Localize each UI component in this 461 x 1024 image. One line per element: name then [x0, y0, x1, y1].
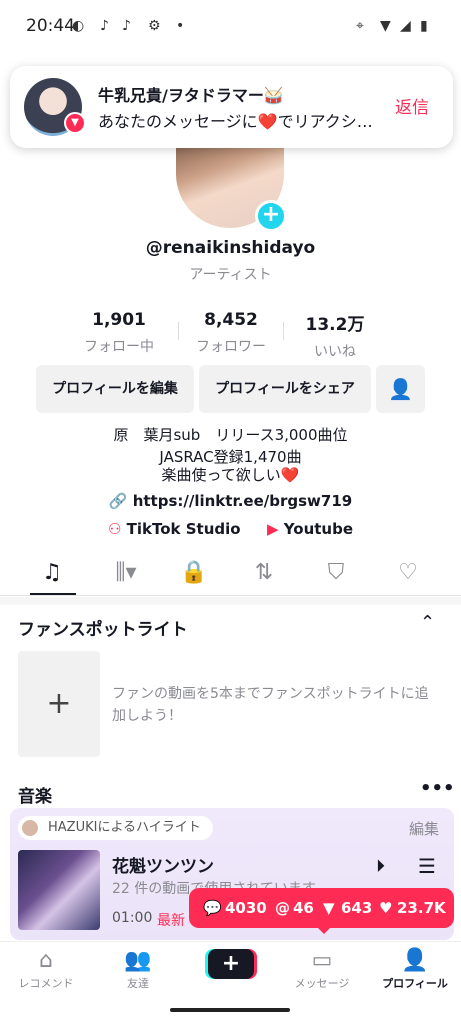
bubble-tail — [316, 926, 332, 934]
add-friend-icon[interactable]: 👤 — [376, 365, 425, 413]
play-icon[interactable]: ⏵ — [376, 856, 385, 877]
nav-label: レコメンド — [18, 977, 74, 990]
profile-icon: 👤 — [401, 948, 429, 973]
stat-value: 13.2万 — [305, 315, 365, 335]
nav-messages[interactable]: ▭ メッセージ — [276, 948, 368, 991]
nav-profile[interactable]: 👤 プロフィール — [369, 948, 461, 991]
share-count: 643 — [341, 899, 373, 917]
fan-spotlight-title: ファンスポットライト — [18, 620, 188, 640]
bottom-navigation: ⌂ レコメンド 👥 友達 + ▭ メッセージ 👤 プロフィール — [0, 941, 461, 1024]
gear-icon: ⚙ — [148, 18, 161, 34]
music-section-title: 音楽 — [18, 787, 52, 807]
content-tabs: ♫ ⫼▾ 🔒 ⇅ ⛉ ♡ — [0, 552, 461, 596]
location-icon: ⌖ — [356, 18, 364, 34]
home-icon: ⌂ — [39, 948, 53, 973]
link-text: https://linktr.ee/brgsw719 — [132, 492, 353, 510]
username: @renaikinshidayo — [145, 238, 316, 258]
song-artwork[interactable] — [18, 850, 100, 930]
external-links: ⚇ TikTok Studio ▶ Youtube — [0, 520, 461, 538]
role-label: アーティスト — [189, 267, 272, 283]
nav-friends[interactable]: 👥 友達 — [92, 948, 184, 991]
profile-link[interactable]: 🔗 https://linktr.ee/brgsw719 — [0, 492, 461, 510]
nav-label: プロフィール — [382, 977, 448, 990]
nav-label: メッセージ — [294, 977, 350, 990]
chevron-up-icon[interactable]: ⌃ — [420, 612, 435, 633]
stat-label: フォロワー — [196, 339, 266, 355]
bio-line: 楽曲使って欲しい❤️ — [161, 466, 300, 484]
link-icon: 🔗 — [108, 492, 133, 510]
wifi-icon: ▼ — [380, 18, 391, 34]
tab-private[interactable]: 🔒 — [164, 560, 224, 585]
studio-link[interactable]: ⚇ TikTok Studio — [108, 520, 241, 538]
sort-icon: ⫼▾ — [115, 560, 137, 585]
section-separator — [0, 597, 461, 605]
song-duration: 01:00 — [112, 910, 153, 926]
bio-line: 原 葉月sub リリース3,000曲位 — [113, 426, 348, 444]
line-icon: ◐ — [72, 18, 85, 34]
create-button[interactable]: + — [208, 949, 254, 979]
tab-music[interactable]: ♫ — [22, 560, 82, 585]
add-spotlight-button[interactable]: + — [18, 651, 100, 757]
stat-label: フォロー中 — [84, 339, 154, 355]
youtube-link[interactable]: ▶ Youtube — [267, 520, 353, 538]
stat-likes[interactable]: 13.2万 いいね — [280, 310, 390, 361]
tiktok-icon: ♪ — [100, 18, 109, 34]
add-story-plus-icon[interactable]: + — [255, 200, 287, 232]
comment-count: 4030 — [225, 899, 267, 917]
mention-count: 46 — [293, 899, 314, 917]
stat-followers[interactable]: 8,452 フォロワー — [176, 310, 286, 356]
studio-icon: ⚇ — [107, 520, 127, 538]
nav-home[interactable]: ⌂ レコメンド — [0, 948, 92, 991]
reaction-summary-bubble[interactable]: 💬 4030 @ 46 ▼ 643 ♥ 23.7K — [189, 888, 454, 928]
music-icon: ♫ — [42, 560, 62, 585]
bookmark-icon: ⛉ — [327, 560, 345, 585]
mention-icon: @ — [275, 899, 290, 917]
stat-value: 8,452 — [204, 310, 258, 330]
inbox-icon: ▭ — [311, 948, 333, 973]
share-profile-button[interactable]: プロフィールをシェア — [199, 365, 371, 413]
tab-reposts[interactable]: ⇅ — [234, 560, 294, 585]
list-icon[interactable]: ☰ — [418, 854, 436, 878]
lock-icon: 🔒 — [180, 560, 208, 585]
newest-label: 最新 — [157, 913, 185, 929]
battery-icon: ▮ — [420, 18, 428, 34]
home-indicator — [170, 1008, 290, 1012]
like-count: 23.7K — [397, 899, 446, 917]
youtube-icon: ▶ — [267, 520, 284, 538]
edit-button[interactable]: 編集 — [409, 818, 439, 839]
stat-value: 1,901 — [92, 310, 146, 330]
signal-icon: ◢ — [400, 18, 411, 34]
heart-icon: ♥ — [379, 899, 393, 917]
notification-sender: 牛乳兄貴/ヲタドラマー🥁 — [98, 86, 284, 105]
dot-icon: • — [176, 18, 185, 34]
tab-sort[interactable]: ⫼▾ — [96, 560, 156, 585]
reply-button[interactable]: 返信 — [395, 93, 429, 118]
message-notification[interactable]: ▼ 牛乳兄貴/ヲタドラマー🥁 あなたのメッセージに❤️でリアクシ… 返信 — [10, 66, 453, 148]
youtube-label: Youtube — [283, 520, 354, 538]
tiktok-icon: ♪ — [122, 18, 131, 34]
highlight-avatar — [22, 820, 38, 836]
tab-liked[interactable]: ♡ — [378, 560, 438, 585]
more-options-icon[interactable]: ••• — [420, 778, 455, 799]
share-icon: ▼ — [323, 899, 335, 917]
stat-label: いいね — [314, 344, 356, 360]
tab-favorites[interactable]: ⛉ — [306, 560, 366, 585]
repost-icon: ⇅ — [254, 560, 274, 585]
liked-icon: ♡ — [398, 560, 418, 585]
nav-label: 友達 — [127, 977, 149, 990]
status-bar: 20:44 ◐ ♪ ♪ ⚙ • ⌖ ▼ ◢ ▮ — [0, 0, 461, 56]
highlight-label: HAZUKIによるハイライト — [18, 816, 213, 840]
comment-icon: 💬 — [203, 899, 222, 917]
stat-following[interactable]: 1,901 フォロー中 — [64, 310, 174, 356]
notification-message: あなたのメッセージに❤️でリアクシ… — [98, 112, 373, 131]
song-title: 花魁ツンツン — [112, 857, 214, 877]
edit-profile-button[interactable]: プロフィールを編集 — [36, 365, 194, 413]
fan-spotlight-description: ファンの動画を5本までファンスポットライトに追加しよう！ — [112, 686, 429, 724]
friends-icon: 👥 — [124, 948, 152, 973]
clock: 20:44 — [26, 16, 75, 36]
studio-label: TikTok Studio — [126, 520, 241, 538]
active-tab-indicator — [30, 593, 76, 595]
share-badge-icon: ▼ — [64, 112, 86, 134]
